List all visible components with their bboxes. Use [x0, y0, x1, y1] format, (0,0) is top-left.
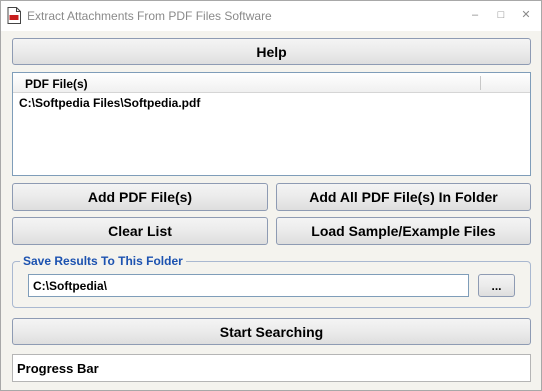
- pdf-document-icon: [7, 7, 21, 24]
- add-folder-label: Add All PDF File(s) In Folder: [309, 189, 498, 205]
- load-sample-button[interactable]: Load Sample/Example Files: [276, 217, 531, 245]
- save-results-group-label: Save Results To This Folder: [20, 254, 186, 268]
- output-folder-input[interactable]: [28, 274, 469, 297]
- add-pdf-files-label: Add PDF File(s): [87, 189, 193, 205]
- clear-list-button[interactable]: Clear List: [12, 217, 268, 245]
- maximize-button[interactable]: □: [491, 7, 511, 23]
- load-sample-label: Load Sample/Example Files: [311, 223, 496, 239]
- list-item[interactable]: C:\Softpedia Files\Softpedia.pdf: [19, 96, 200, 110]
- column-separator[interactable]: [480, 76, 481, 90]
- progress-bar-label: Progress Bar: [17, 361, 99, 376]
- app-window: Extract Attachments From PDF Files Softw…: [0, 0, 542, 391]
- close-button[interactable]: ✕: [516, 7, 536, 23]
- column-header-pdf-files: PDF File(s): [25, 77, 88, 91]
- title-bar[interactable]: Extract Attachments From PDF Files Softw…: [1, 1, 541, 31]
- help-button-label: Help: [256, 43, 287, 60]
- start-searching-label: Start Searching: [219, 323, 324, 340]
- pdf-file-list[interactable]: PDF File(s) C:\Softpedia Files\Softpedia…: [12, 72, 531, 176]
- add-folder-button[interactable]: Add All PDF File(s) In Folder: [276, 183, 531, 211]
- browse-folder-button[interactable]: ...: [478, 274, 515, 297]
- start-searching-button[interactable]: Start Searching: [12, 318, 531, 345]
- progress-bar: Progress Bar: [12, 354, 531, 382]
- add-pdf-files-button[interactable]: Add PDF File(s): [12, 183, 268, 211]
- browse-button-label: ...: [491, 278, 502, 293]
- minimize-button[interactable]: –: [465, 7, 485, 23]
- help-button[interactable]: Help: [12, 38, 531, 65]
- clear-list-label: Clear List: [108, 223, 172, 239]
- window-title: Extract Attachments From PDF Files Softw…: [27, 9, 272, 23]
- list-column-header[interactable]: PDF File(s): [13, 73, 530, 93]
